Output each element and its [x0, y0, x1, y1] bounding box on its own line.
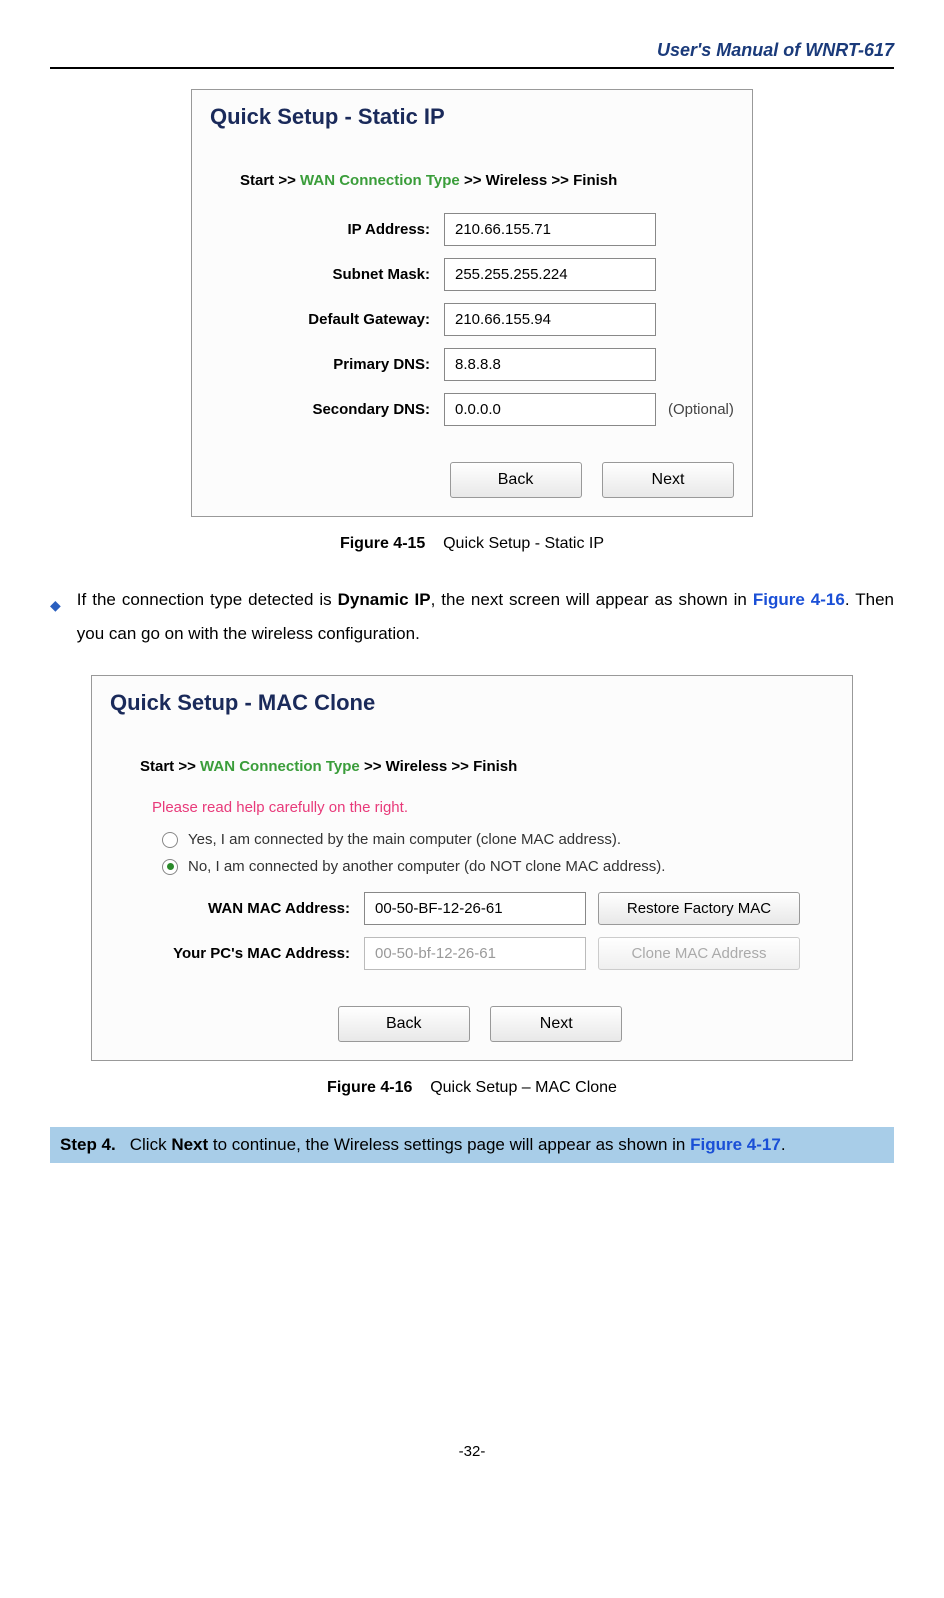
- caption-text: Quick Setup - Static IP: [443, 535, 604, 552]
- row-primary-dns: Primary DNS:: [192, 342, 752, 387]
- bold-text: Dynamic IP: [338, 590, 431, 609]
- step-content: Click Next to continue, the Wireless set…: [130, 1135, 786, 1155]
- caption-text: Quick Setup – MAC Clone: [430, 1079, 617, 1096]
- text-fragment: , the next screen will appear as shown i…: [431, 590, 753, 609]
- input-secondary-dns[interactable]: [444, 393, 656, 426]
- row-ip: IP Address:: [192, 207, 752, 252]
- row-gateway: Default Gateway:: [192, 297, 752, 342]
- bullet-content: If the connection type detected is Dynam…: [77, 583, 894, 651]
- radio-icon[interactable]: [162, 832, 178, 848]
- label-secondary-dns: Secondary DNS:: [210, 401, 444, 418]
- figure-caption: Figure 4-15 Quick Setup - Static IP: [50, 535, 894, 553]
- diamond-icon: ◆: [50, 591, 61, 619]
- input-primary-dns[interactable]: [444, 348, 656, 381]
- label-subnet: Subnet Mask:: [210, 266, 444, 283]
- label-primary-dns: Primary DNS:: [210, 356, 444, 373]
- text-fragment: to continue, the Wireless settings page …: [208, 1135, 690, 1154]
- step-label: Step 4.: [60, 1135, 116, 1155]
- breadcrumb-finish: Finish: [573, 172, 617, 189]
- input-gateway[interactable]: [444, 303, 656, 336]
- breadcrumb: Start >> WAN Connection Type >> Wireless…: [192, 132, 752, 207]
- radio-dot-icon: [167, 863, 174, 870]
- radio-option-no[interactable]: No, I am connected by another computer (…: [92, 853, 852, 880]
- figure-link[interactable]: Figure 4-17: [690, 1135, 781, 1154]
- text-fragment: .: [781, 1135, 786, 1154]
- breadcrumb-sep: >>: [364, 758, 382, 775]
- label-wan-mac: WAN MAC Address:: [110, 900, 364, 917]
- next-button[interactable]: Next: [602, 462, 734, 498]
- bullet-paragraph: ◆ If the connection type detected is Dyn…: [50, 583, 894, 651]
- breadcrumb: Start >> WAN Connection Type >> Wireless…: [92, 718, 852, 793]
- row-pc-mac: Your PC's MAC Address: Clone MAC Address: [92, 931, 852, 976]
- text-fragment: Click: [130, 1135, 172, 1154]
- label-gateway: Default Gateway:: [210, 311, 444, 328]
- back-button[interactable]: Back: [338, 1006, 470, 1042]
- input-subnet[interactable]: [444, 258, 656, 291]
- row-subnet: Subnet Mask:: [192, 252, 752, 297]
- header-title: User's Manual of WNRT-617: [50, 40, 894, 61]
- figure-caption: Figure 4-16 Quick Setup – MAC Clone: [50, 1079, 894, 1097]
- label-ip: IP Address:: [210, 221, 444, 238]
- input-ip[interactable]: [444, 213, 656, 246]
- radio-icon[interactable]: [162, 859, 178, 875]
- figure-mac-clone: Quick Setup - MAC Clone Start >> WAN Con…: [91, 675, 853, 1061]
- radio-option-yes[interactable]: Yes, I am connected by the main computer…: [92, 826, 852, 853]
- breadcrumb-active: WAN Connection Type: [300, 172, 460, 189]
- next-button[interactable]: Next: [490, 1006, 622, 1042]
- figure-static-ip: Quick Setup - Static IP Start >> WAN Con…: [191, 89, 753, 517]
- breadcrumb-sep: >>: [551, 172, 569, 189]
- clone-mac-button: Clone MAC Address: [598, 937, 800, 970]
- breadcrumb-start: Start >>: [240, 172, 296, 189]
- breadcrumb-finish: Finish: [473, 758, 517, 775]
- bold-text: Next: [171, 1135, 208, 1154]
- text-fragment: If the connection type detected is: [77, 590, 338, 609]
- radio-label: Yes, I am connected by the main computer…: [188, 831, 621, 848]
- button-row: Back Next: [192, 432, 752, 516]
- row-secondary-dns: Secondary DNS: (Optional): [192, 387, 752, 432]
- caption-label: Figure 4-16: [327, 1079, 412, 1096]
- row-wan-mac: WAN MAC Address: Restore Factory MAC: [92, 880, 852, 931]
- back-button[interactable]: Back: [450, 462, 582, 498]
- label-pc-mac: Your PC's MAC Address:: [110, 945, 364, 962]
- breadcrumb-start: Start >>: [140, 758, 196, 775]
- figure-link[interactable]: Figure 4-16: [753, 590, 845, 609]
- breadcrumb-sep: >>: [451, 758, 469, 775]
- restore-factory-mac-button[interactable]: Restore Factory MAC: [598, 892, 800, 925]
- panel-title: Quick Setup - Static IP: [192, 90, 752, 132]
- button-row: Back Next: [92, 976, 852, 1060]
- step-box: Step 4. Click Next to continue, the Wire…: [50, 1127, 894, 1163]
- breadcrumb-wireless: Wireless: [386, 758, 448, 775]
- page-number: -32-: [50, 1443, 894, 1460]
- breadcrumb-active: WAN Connection Type: [200, 758, 360, 775]
- radio-label: No, I am connected by another computer (…: [188, 858, 665, 875]
- breadcrumb-wireless: Wireless: [486, 172, 548, 189]
- input-wan-mac[interactable]: [364, 892, 586, 925]
- warning-text: Please read help carefully on the right.: [92, 793, 852, 826]
- header-divider: [50, 67, 894, 69]
- input-pc-mac: [364, 937, 586, 970]
- panel-title: Quick Setup - MAC Clone: [92, 676, 852, 718]
- caption-label: Figure 4-15: [340, 535, 425, 552]
- breadcrumb-sep: >>: [464, 172, 482, 189]
- optional-label: (Optional): [668, 401, 734, 418]
